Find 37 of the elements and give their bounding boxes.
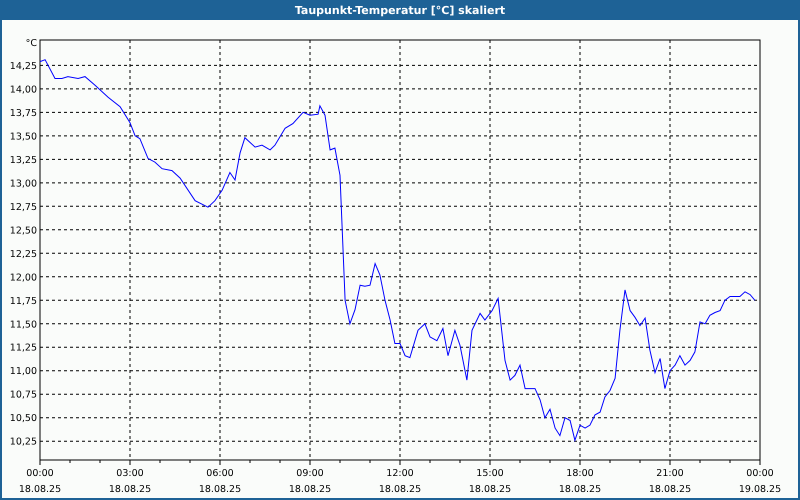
y-tick-label: 11,75 [10,296,37,307]
y-tick-label: 14,25 [10,60,37,72]
date-label: 18.08.25 [198,484,242,495]
date-label: 18.08.25 [468,484,512,495]
date-label: 18.08.25 [558,484,602,495]
y-tick-label: 10,75 [10,390,37,401]
y-tick-label: 13,00 [10,178,37,190]
y-tick-label: 13,25 [10,154,37,166]
y-tick-label: 11,25 [10,342,37,354]
x-tick-label: 00:00 [746,468,774,479]
y-tick-label: 12,00 [10,272,37,284]
x-tick-label: 18:00 [566,468,594,479]
x-tick-label: 09:00 [296,468,324,479]
window-title: Taupunkt-Temperatur [°C] skaliert [294,4,506,16]
date-label: 18.08.25 [648,484,692,495]
y-tick-label: 12,50 [10,225,37,236]
date-label: 18.08.25 [108,484,152,495]
y-tick-label: 13,75 [10,108,37,119]
y-tick-label: 14,00 [10,84,37,96]
x-tick-label: 06:00 [206,468,234,479]
y-tick-label: 10,25 [10,436,37,448]
x-tick-label: 12:00 [386,468,414,479]
y-tick-label: 12,25 [10,248,37,260]
y-tick-label: 11,50 [10,319,37,330]
date-label: 18.08.25 [288,484,332,495]
date-label: 18.08.25 [378,484,422,495]
y-tick-label: 13,50 [10,131,37,142]
axis-unit-label: °C [26,38,37,49]
x-tick-label: 21:00 [656,468,684,479]
y-tick-label: 10,50 [10,413,37,424]
date-label: 18.08.25 [18,484,62,495]
x-tick-label: 00:00 [26,468,54,479]
x-tick-label: 03:00 [116,468,144,479]
date-label: 19.08.25 [738,484,782,495]
x-tick-label: 15:00 [476,468,504,479]
y-tick-label: 11,00 [10,366,37,378]
y-tick-label: 12,75 [10,202,37,213]
